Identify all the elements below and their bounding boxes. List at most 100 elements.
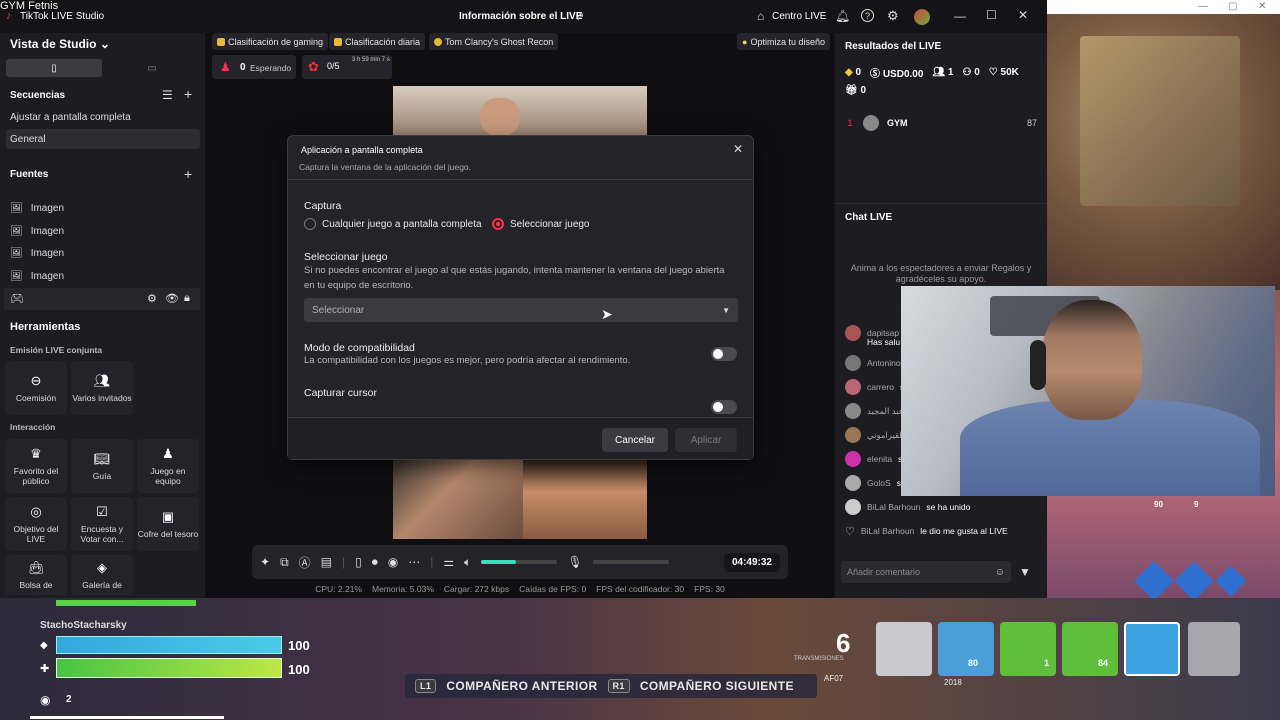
avatar[interactable] — [914, 9, 930, 25]
tool-audience-favorite[interactable]: ♛ Favorito del público — [5, 439, 67, 493]
optimize-layout-chip[interactable]: ● Optimiza tu diseño — [737, 33, 830, 50]
minimize-icon[interactable]: — — [954, 9, 966, 23]
comment-input[interactable]: Añadir comentario ☺ — [841, 561, 1011, 583]
bell-icon[interactable]: 🔔︎ — [835, 9, 850, 23]
emoji-icon[interactable]: ☺ — [995, 567, 1005, 578]
chat-user: BiLal Barhoun — [860, 526, 915, 536]
add-source-icon[interactable]: + — [184, 166, 192, 182]
radio-off-icon — [304, 218, 316, 230]
lock-icon[interactable]: 🔒︎ — [184, 292, 190, 305]
live-info-title[interactable]: Información sobre el LIVE — [459, 11, 582, 22]
mic-muted-icon[interactable]: 🎙︎ — [567, 555, 582, 569]
live-timer: 04:49:32 — [723, 552, 780, 572]
waiting-widget[interactable]: ♟ 0 Esperando — [212, 55, 296, 79]
chat-text: se ha unido — [926, 502, 971, 512]
followers-value: 0 — [974, 67, 980, 78]
gifts-value: 0 — [860, 85, 867, 96]
r1-key-icon: R1 — [607, 679, 630, 693]
cancel-button[interactable]: Cancelar — [602, 428, 668, 452]
chip-label: Tom Clancy's Ghost Recon — [445, 36, 554, 47]
gifts-stat: 🎁︎ 0 — [845, 85, 866, 96]
visibility-icon[interactable]: 👁︎ — [165, 292, 179, 305]
compat-toggle[interactable] — [711, 347, 737, 361]
tool-live-goal[interactable]: ◎ Objetivo del LIVE — [5, 497, 67, 551]
help-icon[interactable]: ? — [861, 9, 874, 22]
cursor-toggle[interactable] — [711, 400, 737, 414]
camera-icon[interactable]: ◉ — [388, 555, 398, 569]
dialog-footer: Cancelar Aplicar — [288, 417, 753, 459]
chip-gaming-ranking[interactable]: Clasificación de gaming — [212, 33, 329, 50]
mic-slider[interactable] — [592, 560, 669, 564]
tool-label: Coemisión — [15, 393, 57, 403]
tool-guide[interactable]: 📖︎ Guía — [71, 439, 133, 493]
close-icon[interactable]: ✕ — [1258, 1, 1266, 12]
share-icon[interactable]: ⇗ — [575, 10, 584, 23]
landscape-mode-button[interactable]: ▭ — [104, 59, 200, 77]
avatar — [845, 325, 861, 341]
rank-position: 1 — [847, 118, 853, 128]
dialog-title: Aplicación a pantalla completa — [301, 145, 423, 155]
ranking-row[interactable]: 1 GYM 87 — [845, 113, 1037, 133]
diamond-stat: ◆ 0 — [845, 67, 861, 78]
source-item[interactable]: 🖼︎ Imagen — [10, 265, 200, 287]
home-icon[interactable]: ⌂ — [757, 9, 764, 23]
add-sequence-icon[interactable]: + — [184, 86, 192, 102]
volume-fill — [481, 560, 516, 564]
chat-message: carrerose — [845, 377, 909, 397]
rank-score: 87 — [1026, 118, 1037, 128]
source-item-game-capture[interactable]: 🎮︎ ⚙ 👁︎ 🔒︎ — [4, 288, 200, 310]
tool-label: Varios invitados — [72, 393, 132, 403]
filter-icon[interactable]: ▼ — [1019, 565, 1031, 579]
tool-coemission[interactable]: ⊖ Coemisión — [5, 361, 67, 415]
source-item[interactable]: 🖼︎ Imagen — [10, 242, 200, 264]
live-center-link[interactable]: Centro LIVE — [772, 11, 826, 22]
source-item[interactable]: 🖼︎ Imagen — [10, 220, 200, 242]
source-item[interactable]: 🖼︎ Imagen — [10, 197, 200, 219]
game-minimap — [1080, 36, 1240, 206]
studio-view-dropdown[interactable]: Vista de Studio ⌄ — [10, 37, 110, 51]
portrait-mode-button[interactable]: ▯ — [6, 59, 102, 77]
layout-icon[interactable]: ⧉ — [280, 555, 289, 570]
goal-widget[interactable]: ✿ 0/5 3 h 59 min 7 s — [302, 55, 392, 79]
webcam-person-face — [1042, 300, 1142, 420]
record-icon[interactable]: ⏺ — [372, 555, 378, 570]
close-icon[interactable]: ✕ — [733, 142, 743, 156]
radio-any-game[interactable]: Cualquier juego a pantalla completa — [304, 218, 482, 230]
chat-user: BiLal Barhoun — [867, 502, 921, 512]
chip-game-category[interactable]: Tom Clancy's Ghost Recon — [429, 33, 559, 50]
list-icon[interactable]: ☰ — [162, 88, 173, 102]
tool-treasure-chest[interactable]: ▣ Cofre del tesoro — [137, 497, 199, 551]
gallery-icon: ◈ — [97, 560, 107, 575]
volume-slider[interactable] — [481, 560, 558, 564]
screen-icon[interactable]: ▤ — [321, 555, 332, 569]
volume-icon[interactable]: 🔈︎ — [464, 555, 471, 570]
phone-icon[interactable]: ▯ — [355, 555, 362, 569]
chip-daily-ranking[interactable]: Clasificación diaria — [329, 33, 426, 50]
sequence-item-selected[interactable]: General — [6, 129, 200, 149]
tool-multi-guest[interactable]: 👥︎ Varios invitados — [71, 361, 133, 415]
tool-poll[interactable]: ☑ Encuesta y Votar con... — [71, 497, 133, 551]
bag-icon: 👜︎ — [27, 560, 45, 575]
health-bar — [56, 636, 282, 654]
magic-icon[interactable]: ✦ — [260, 555, 270, 569]
gear-icon[interactable]: ⚙ — [887, 8, 899, 24]
settings-small-icon[interactable]: ⚙ — [147, 292, 157, 305]
tool-team-game[interactable]: ♟ Juego en equipo — [137, 439, 199, 493]
radio-select-game[interactable]: Seleccionar juego — [492, 218, 590, 230]
mixer-icon[interactable]: ⚌ — [443, 555, 454, 569]
ai-icon[interactable]: Ⓐ — [299, 554, 311, 571]
target-icon: ◎ — [30, 504, 42, 519]
minimize-icon[interactable]: — — [1198, 1, 1208, 12]
more-icon[interactable]: ⋯ — [408, 555, 420, 569]
maximize-icon[interactable]: ▢ — [1228, 1, 1237, 12]
tool-bag[interactable]: 👜︎ Bolsa de — [5, 555, 67, 595]
apply-button[interactable]: Aplicar — [675, 428, 737, 452]
maximize-icon[interactable]: ☐ — [986, 8, 997, 22]
game-select[interactable]: Seleccionar ▼ — [304, 298, 738, 322]
chat-user: GoloS — [867, 478, 891, 488]
close-icon[interactable]: ✕ — [1018, 8, 1028, 22]
tool-gallery[interactable]: ◈ Galería de — [71, 555, 133, 595]
memory-status: Memoria: 5.03% — [371, 584, 434, 594]
sequence-item[interactable]: Ajustar a pantalla completa — [10, 112, 131, 123]
webcam-headphone — [1030, 340, 1046, 390]
